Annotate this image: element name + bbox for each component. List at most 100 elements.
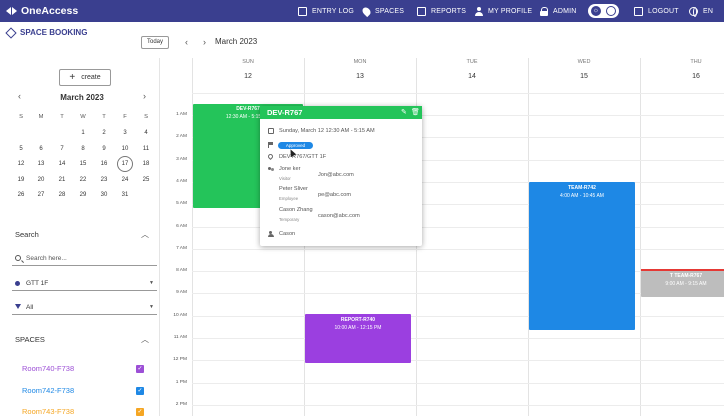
- mini-cal-day[interactable]: 8: [75, 141, 91, 157]
- mini-cal-day[interactable]: 27: [33, 187, 49, 203]
- day-column-header[interactable]: SUN 12: [192, 58, 304, 94]
- attendee-role: Temporary: [279, 217, 300, 222]
- day-column-header[interactable]: MON 13: [304, 58, 416, 94]
- mini-cal-day[interactable]: 30: [96, 187, 112, 203]
- nav-spaces[interactable]: SPACES: [360, 0, 404, 22]
- mini-cal-day[interactable]: 12: [13, 156, 29, 172]
- mini-cal-day[interactable]: 10: [117, 141, 133, 157]
- location-pin-icon: [360, 5, 373, 17]
- search-input[interactable]: Search here...: [12, 251, 157, 266]
- mini-cal-day[interactable]: 4: [138, 125, 154, 141]
- mini-cal-day[interactable]: 21: [54, 172, 70, 188]
- search-collapse-icon[interactable]: ︿: [141, 229, 149, 240]
- attendee-email[interactable]: pe@abc.com: [318, 192, 351, 198]
- day-of-week: SUN: [242, 59, 254, 65]
- mini-cal-day[interactable]: 31: [117, 187, 133, 203]
- page-title: SPACE BOOKING: [5, 26, 88, 39]
- current-month-label: March 2023: [215, 37, 258, 46]
- nav-reports[interactable]: REPORTS: [417, 0, 466, 22]
- mini-cal-day[interactable]: 28: [54, 187, 70, 203]
- mini-cal-day[interactable]: 26: [13, 187, 29, 203]
- delete-icon[interactable]: 🗑: [411, 108, 420, 116]
- location-icon: [15, 281, 20, 286]
- location-value: GTT 1F: [26, 280, 49, 287]
- nav-reports-label: REPORTS: [431, 7, 467, 15]
- mini-cal-day[interactable]: 29: [75, 187, 91, 203]
- mini-cal-day[interactable]: 18: [138, 156, 154, 172]
- hour-label: 4 AM: [176, 178, 187, 184]
- day-column-header[interactable]: WED 15: [528, 58, 640, 94]
- filter-select[interactable]: All ▼: [12, 300, 157, 315]
- hour-label: 1 PM: [175, 379, 187, 385]
- calendar-event[interactable]: T TEAM-R767 9:00 AM - 9:15 AM: [641, 270, 724, 297]
- mini-cal-day[interactable]: 1: [75, 125, 91, 141]
- lock-icon: [539, 6, 548, 16]
- day-column-header[interactable]: THU 16: [640, 58, 724, 94]
- space-item[interactable]: Room743-F738: [22, 407, 74, 416]
- mini-cal-day[interactable]: 15: [75, 156, 91, 172]
- theme-toggle[interactable]: ☼: [588, 4, 619, 18]
- nav-logout[interactable]: LOGOUT: [634, 0, 679, 22]
- next-week-icon[interactable]: ›: [203, 38, 206, 47]
- mini-cal-day[interactable]: 20: [33, 172, 49, 188]
- attendee-email[interactable]: Jon@abc.com: [318, 172, 354, 178]
- mini-cal-day[interactable]: 24: [117, 172, 133, 188]
- mini-cal-day[interactable]: 22: [75, 172, 91, 188]
- calendar-event[interactable]: REPORT-R740 10:00 AM - 12:15 PM: [305, 314, 411, 363]
- hour-gridline: [192, 248, 724, 250]
- weekday-header: M: [38, 114, 44, 120]
- mini-cal-month: March 2023: [60, 93, 104, 102]
- mini-cal-next-icon[interactable]: ›: [143, 92, 146, 101]
- attendee-role: Visitor: [279, 176, 291, 181]
- today-button[interactable]: Today: [141, 36, 169, 49]
- nav-entry-log[interactable]: ENTRY LOG: [298, 0, 354, 22]
- nav-language[interactable]: EN: [689, 0, 713, 22]
- hour-label: 11 AM: [173, 335, 187, 340]
- space-checkbox[interactable]: ✓: [136, 387, 144, 395]
- hour-label: 7 AM: [176, 245, 187, 251]
- popover-organizer: Cason: [279, 231, 296, 237]
- popover-location: DEV-R767/GTT 1F: [279, 154, 327, 160]
- mini-cal-day[interactable]: 3: [117, 125, 133, 141]
- mini-cal-day[interactable]: 11: [138, 141, 154, 157]
- mini-cal-day[interactable]: 17: [117, 156, 133, 172]
- weekday-header: F: [123, 114, 127, 120]
- event-time: 9:00 AM - 9:15 AM: [665, 281, 707, 287]
- space-item[interactable]: Room742-F738: [22, 386, 74, 395]
- day-number: 12: [244, 73, 252, 80]
- day-column-header[interactable]: TUE 14: [416, 58, 528, 94]
- nav-admin[interactable]: ADMIN: [539, 0, 577, 22]
- mini-cal-day[interactable]: 25: [138, 172, 154, 188]
- person-icon: [474, 6, 483, 16]
- brand-logo[interactable]: OneAccess: [6, 0, 78, 22]
- space-checkbox[interactable]: ✓: [136, 365, 144, 373]
- location-select[interactable]: GTT 1F ▼: [12, 276, 157, 291]
- space-checkbox[interactable]: ✓: [136, 408, 144, 416]
- mini-cal-day[interactable]: 19: [13, 172, 29, 188]
- mini-cal-day[interactable]: 16: [96, 156, 112, 172]
- mini-cal-day[interactable]: 5: [13, 141, 29, 157]
- calendar-grid: SUN 12 MON 13 TUE 14 WED 15 THU 16 1 AM 2 AM 3 AM 4 A…: [165, 58, 724, 416]
- space-item[interactable]: Room740-F738: [22, 364, 74, 373]
- prev-week-icon[interactable]: ‹: [185, 38, 188, 47]
- mini-cal-day[interactable]: 2: [96, 125, 112, 141]
- calendar-event[interactable]: TEAM-R742 4:00 AM - 10:45 AM: [529, 182, 635, 330]
- calendar-icon: [268, 128, 274, 134]
- mini-cal-day[interactable]: 6: [33, 141, 49, 157]
- mini-cal-day[interactable]: 9: [96, 141, 112, 157]
- mini-cal-day[interactable]: 23: [96, 172, 112, 188]
- mini-cal-day[interactable]: 13: [33, 156, 49, 172]
- attendee-name: Peter Sliver: [279, 186, 308, 192]
- hour-label: 8 AM: [176, 268, 187, 274]
- spaces-collapse-icon[interactable]: ︿: [141, 334, 149, 345]
- search-section-label: Search: [15, 230, 39, 239]
- flag-icon: [268, 142, 274, 148]
- edit-icon[interactable]: ✎: [401, 108, 407, 116]
- mini-cal-day[interactable]: 14: [54, 156, 70, 172]
- create-button[interactable]: + create: [59, 69, 111, 86]
- page-title-text: SPACE BOOKING: [20, 28, 88, 37]
- attendee-email[interactable]: cason@abc.com: [318, 213, 360, 219]
- current-time-indicator: [641, 269, 724, 271]
- mini-cal-day[interactable]: 7: [54, 141, 70, 157]
- nav-my-profile[interactable]: MY PROFILE: [474, 0, 532, 22]
